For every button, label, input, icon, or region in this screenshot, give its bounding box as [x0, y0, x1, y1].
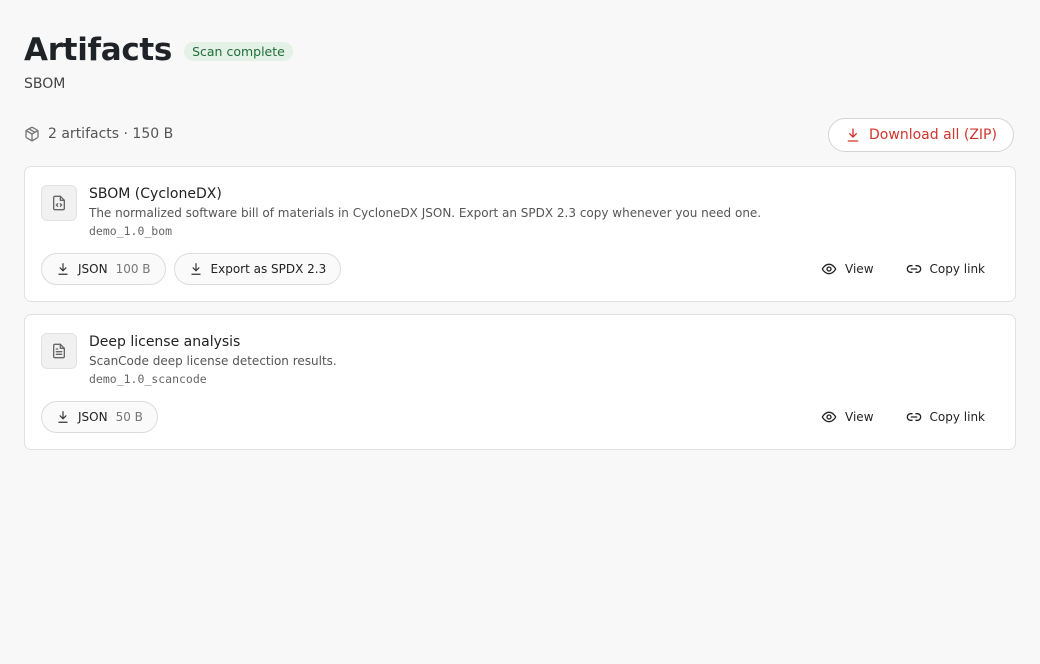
- download-icon: [845, 127, 861, 143]
- file-size: 50 B: [115, 410, 143, 424]
- file-code-icon: [41, 185, 77, 221]
- view-button[interactable]: View: [805, 403, 889, 431]
- copy-link-label: Copy link: [929, 410, 985, 424]
- export-label: Export as SPDX 2.3: [210, 262, 327, 276]
- page-header: Artifacts Scan complete SBOM: [24, 32, 293, 92]
- eye-icon: [821, 409, 837, 425]
- artifact-description: ScanCode deep license detection results.: [89, 354, 337, 368]
- copy-link-label: Copy link: [929, 262, 985, 276]
- link-actions: View Copy link: [805, 255, 1001, 283]
- download-icon: [56, 410, 70, 424]
- view-button[interactable]: View: [805, 255, 889, 283]
- artifact-key: demo_1.0_bom: [89, 224, 173, 238]
- download-icon: [56, 262, 70, 276]
- page-subtitle: SBOM: [24, 76, 66, 92]
- artifact-description: The normalized software bill of material…: [89, 206, 762, 220]
- view-label: View: [845, 410, 874, 424]
- link-icon: [906, 409, 922, 425]
- json-label: JSON: [78, 410, 108, 424]
- copy-link-button[interactable]: Copy link: [890, 255, 1001, 283]
- title-row: Artifacts Scan complete: [24, 32, 293, 68]
- artifact-key: demo_1.0_scancode: [89, 372, 207, 386]
- artifact-card-sbom: SBOM (CycloneDX) The normalized software…: [24, 166, 1016, 302]
- status-badge: Scan complete: [184, 41, 293, 61]
- export-spdx-button[interactable]: Export as SPDX 2.3: [173, 253, 342, 285]
- artifact-info: Deep license analysis ScanCode deep lice…: [89, 333, 337, 387]
- artifact-card-license: Deep license analysis ScanCode deep lice…: [24, 314, 1016, 450]
- download-icon: [189, 262, 203, 276]
- summary-text: 2 artifacts · 150 B: [48, 126, 174, 142]
- json-label: JSON: [78, 262, 108, 276]
- eye-icon: [821, 261, 837, 277]
- link-icon: [906, 261, 922, 277]
- view-label: View: [845, 262, 874, 276]
- artifacts-page: Artifacts Scan complete SBOM 2 artifacts…: [0, 0, 1040, 664]
- artifact-summary: 2 artifacts · 150 B: [24, 126, 173, 142]
- copy-link-button[interactable]: Copy link: [890, 403, 1001, 431]
- download-json-button[interactable]: JSON 50 B: [41, 401, 158, 433]
- page-title: Artifacts: [24, 32, 173, 68]
- artifact-name: Deep license analysis: [89, 334, 241, 350]
- file-text-icon: [41, 333, 77, 369]
- artifact-info: SBOM (CycloneDX) The normalized software…: [89, 185, 761, 239]
- download-all-button[interactable]: Download all (ZIP): [828, 118, 1014, 152]
- link-actions: View Copy link: [805, 403, 1001, 431]
- download-actions: JSON 50 B: [41, 401, 158, 433]
- artifact-name: SBOM (CycloneDX): [89, 186, 222, 202]
- file-size: 100 B: [115, 262, 151, 276]
- download-actions: JSON 100 B Export as SPDX 2.3: [41, 253, 342, 285]
- package-icon: [24, 126, 40, 142]
- download-json-button[interactable]: JSON 100 B: [41, 253, 166, 285]
- download-all-label: Download all (ZIP): [869, 127, 997, 143]
